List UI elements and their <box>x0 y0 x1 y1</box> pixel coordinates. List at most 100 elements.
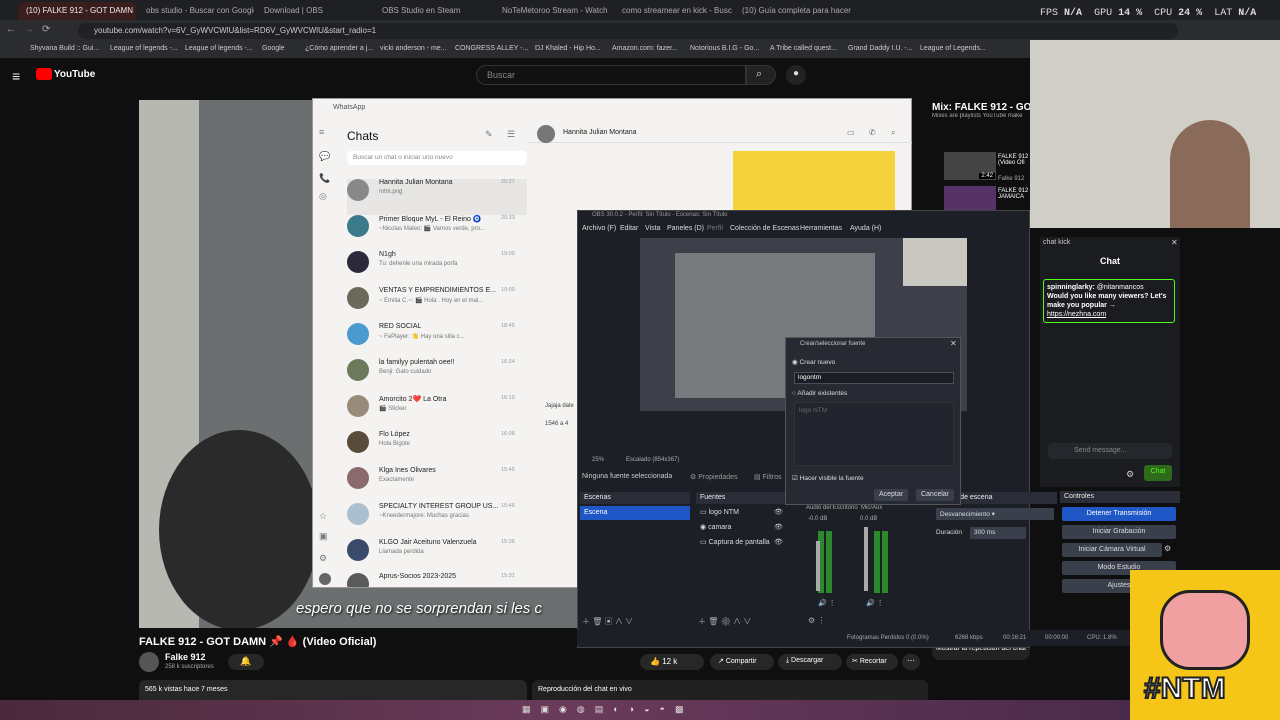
starred-icon[interactable]: ☆ <box>319 511 327 522</box>
chat-item[interactable]: Hannita Julian Montana mtm.png 20:27 <box>347 179 527 215</box>
mix-item-title[interactable]: FALKE 912 (Video Ofi <box>998 154 1030 166</box>
chat-item[interactable]: Aprus-Socios 2023-2025 15:31 <box>347 573 527 587</box>
chat-item[interactable]: Primer Bloque MyL - El Reino 🧿 ~Nicolas M… <box>347 215 527 251</box>
youtube-logo-text[interactable]: YouTube <box>54 69 95 80</box>
source-name-input[interactable]: logontm <box>794 372 954 384</box>
mute-icon[interactable]: 🔊 ⋮ <box>866 599 884 607</box>
visibility-eye-icon[interactable]: 👁 <box>774 508 783 516</box>
chat-search-input[interactable]: Buscar un chat o iniciar uno nuevo <box>347 151 527 165</box>
close-icon[interactable]: ✕ <box>950 339 957 348</box>
create-new-radio[interactable]: ◉ Crear nuevo <box>792 358 835 366</box>
menu-view[interactable]: Vista <box>645 225 660 232</box>
bookmark[interactable]: ¿Cómo aprender a j... <box>305 45 373 52</box>
source-item[interactable]: ◉ camara <box>700 523 731 531</box>
bookmark[interactable]: Notorious B.I.G - Go... <box>690 45 759 52</box>
mix-thumbnail[interactable] <box>944 186 996 210</box>
volume-slider[interactable] <box>816 541 820 591</box>
kick-send-button[interactable]: Chat <box>1144 465 1172 481</box>
chat-icon[interactable]: 💬 <box>319 151 330 162</box>
more-icon[interactable]: ⋯ <box>902 654 920 670</box>
volume-slider[interactable] <box>864 527 868 591</box>
close-icon[interactable]: ✕ <box>1171 238 1178 247</box>
chat-item[interactable]: Klga Ines Olivares Exactamente 15:45 <box>347 467 527 503</box>
properties-button[interactable]: ⚙ Propiedades <box>690 473 738 481</box>
bookmark[interactable]: Google <box>262 45 285 52</box>
transition-select[interactable]: Desvanecimiento ▾ <box>936 508 1054 520</box>
menu-icon[interactable]: ≡ <box>12 68 20 84</box>
video-call-icon[interactable]: ▭ <box>847 128 855 137</box>
tab-kick-search[interactable]: como streamear en kick - Busc <box>614 2 732 20</box>
cancel-button[interactable]: Cancelar <box>916 489 954 501</box>
bookmark[interactable]: League of Legends... <box>920 45 986 52</box>
clip-button[interactable]: ✂ Recortar <box>846 654 898 670</box>
bookmark[interactable]: League of legends -... <box>185 45 253 52</box>
tab-falke[interactable]: (10) FALKE 912 - GOT DAMN <box>18 2 136 20</box>
duration-input[interactable]: 300 ms <box>970 527 1026 539</box>
chat-item[interactable]: VENTAS Y EMPRENDIMIENTOS E... ~ Emilia C.… <box>347 287 527 323</box>
bookmark[interactable]: DJ Khaled - Hip Ho... <box>535 45 601 52</box>
menu-docks[interactable]: Paneles (D) <box>667 225 704 232</box>
add-existing-radio[interactable]: ○ Añadir existentes <box>792 390 847 397</box>
menu-tools[interactable]: Herramientas <box>800 225 842 232</box>
mute-icon[interactable]: 🔊 ⋮ <box>818 599 836 607</box>
tab-obs-steam[interactable]: OBS Studio en Steam <box>374 2 492 20</box>
mix-item-title[interactable]: FALKE 912 JAMAICA <box>998 188 1030 200</box>
mic-icon[interactable]: ● <box>786 65 806 85</box>
bookmark[interactable]: Amazon.com: fazer... <box>612 45 678 52</box>
tab-obs-download[interactable]: Download | OBS <box>256 2 372 20</box>
notify-bell-icon[interactable]: 🔔 <box>228 654 264 670</box>
menu-profile[interactable]: Perfil <box>707 225 723 232</box>
existing-sources-list[interactable]: logo NTM <box>794 402 954 466</box>
tab-kick-stream[interactable]: NoTeMetoroo Stream - Watch <box>494 2 612 20</box>
kick-message-input[interactable]: Send message... <box>1048 443 1172 459</box>
virtual-camera-settings-icon[interactable]: ⚙ <box>1164 544 1171 553</box>
virtual-camera-button[interactable]: Iniciar Cámara Virtual <box>1062 543 1162 557</box>
share-button[interactable]: ↗ Compartir <box>710 654 774 670</box>
archive-icon[interactable]: ▣ <box>319 531 328 542</box>
scene-item[interactable]: Escena <box>580 506 690 520</box>
tab-guide[interactable]: (10) Guía completa para hacer <box>734 2 852 20</box>
visible-checkbox[interactable]: ☑ Hacer visible la fuente <box>792 474 864 482</box>
chat-item[interactable]: Flo López Hola Bigote 16:08 <box>347 431 527 467</box>
status-icon[interactable]: ◎ <box>319 191 327 202</box>
search-button[interactable]: ⌕ <box>746 65 776 85</box>
like-button[interactable]: 👍 12 k <box>640 654 704 670</box>
chat-item[interactable]: SPECIALTY INTEREST GROUP US... ~Kneederma… <box>347 503 527 539</box>
chat-item[interactable]: RED SOCIAL ~ FePlayer: 👋 Hay una silla c.… <box>347 323 527 359</box>
forward-icon[interactable]: → <box>24 24 34 35</box>
menu-help[interactable]: Ayuda (H) <box>850 225 881 232</box>
settings-icon[interactable]: ⚙ <box>319 553 327 564</box>
menu-file[interactable]: Archivo (F) <box>582 225 616 232</box>
profile-avatar[interactable] <box>319 573 331 585</box>
reload-icon[interactable]: ⟳ <box>42 24 50 35</box>
menu-scene-collection[interactable]: Colección de Escenas <box>730 225 799 232</box>
visibility-eye-icon[interactable]: 👁 <box>774 538 783 546</box>
new-chat-icon[interactable]: ✎ <box>485 129 493 140</box>
source-item[interactable]: ▭ Captura de pantalla <box>700 538 770 546</box>
bookmark[interactable]: Grand Daddy I.U. -... <box>848 45 913 52</box>
chat-search-icon[interactable]: ⌕ <box>891 128 895 138</box>
channel-avatar[interactable] <box>139 652 159 672</box>
bookmark[interactable]: vicki anderson - me... <box>380 45 447 52</box>
audio-settings-icon[interactable]: ⚙ ⋮ <box>808 616 825 625</box>
search-input[interactable]: Buscar <box>476 65 746 85</box>
taskbar-app-icons[interactable]: ▦▣◉◍▤◐◑◒◓▩ <box>522 704 762 716</box>
visibility-eye-icon[interactable]: 👁 <box>774 523 783 531</box>
existing-source-item[interactable]: logo NTM <box>799 407 827 414</box>
mix-thumbnail[interactable]: 2:42 <box>944 152 996 180</box>
chat-item[interactable]: N1gh Tu: dehenle una mirada porfa 19:09 <box>347 251 527 287</box>
accept-button[interactable]: Aceptar <box>874 489 908 501</box>
kick-link[interactable]: https://nezhna.com <box>1047 311 1106 318</box>
source-add-icon[interactable]: ＋ 🗑 ⚙ ∧ ∨ <box>698 616 751 627</box>
chat-item[interactable]: Amorcito 2❤️ La Otra 🎬 Sticker 16:19 <box>347 395 527 431</box>
youtube-logo-icon[interactable] <box>36 68 52 80</box>
filter-icon[interactable]: ☰ <box>507 129 515 140</box>
contact-avatar[interactable] <box>537 125 555 143</box>
chat-item[interactable]: la familyy pulentah oee!! Benji: Gato cui… <box>347 359 527 395</box>
bookmark[interactable]: A Tribe called quest... <box>770 45 837 52</box>
call-icon[interactable]: ✆ <box>869 128 876 137</box>
phone-icon[interactable]: 📞 <box>319 173 330 184</box>
bookmark[interactable]: CONGRESS ALLEY -... <box>455 45 528 52</box>
menu-icon[interactable]: ≡ <box>319 127 324 137</box>
back-icon[interactable]: ← <box>6 24 16 35</box>
